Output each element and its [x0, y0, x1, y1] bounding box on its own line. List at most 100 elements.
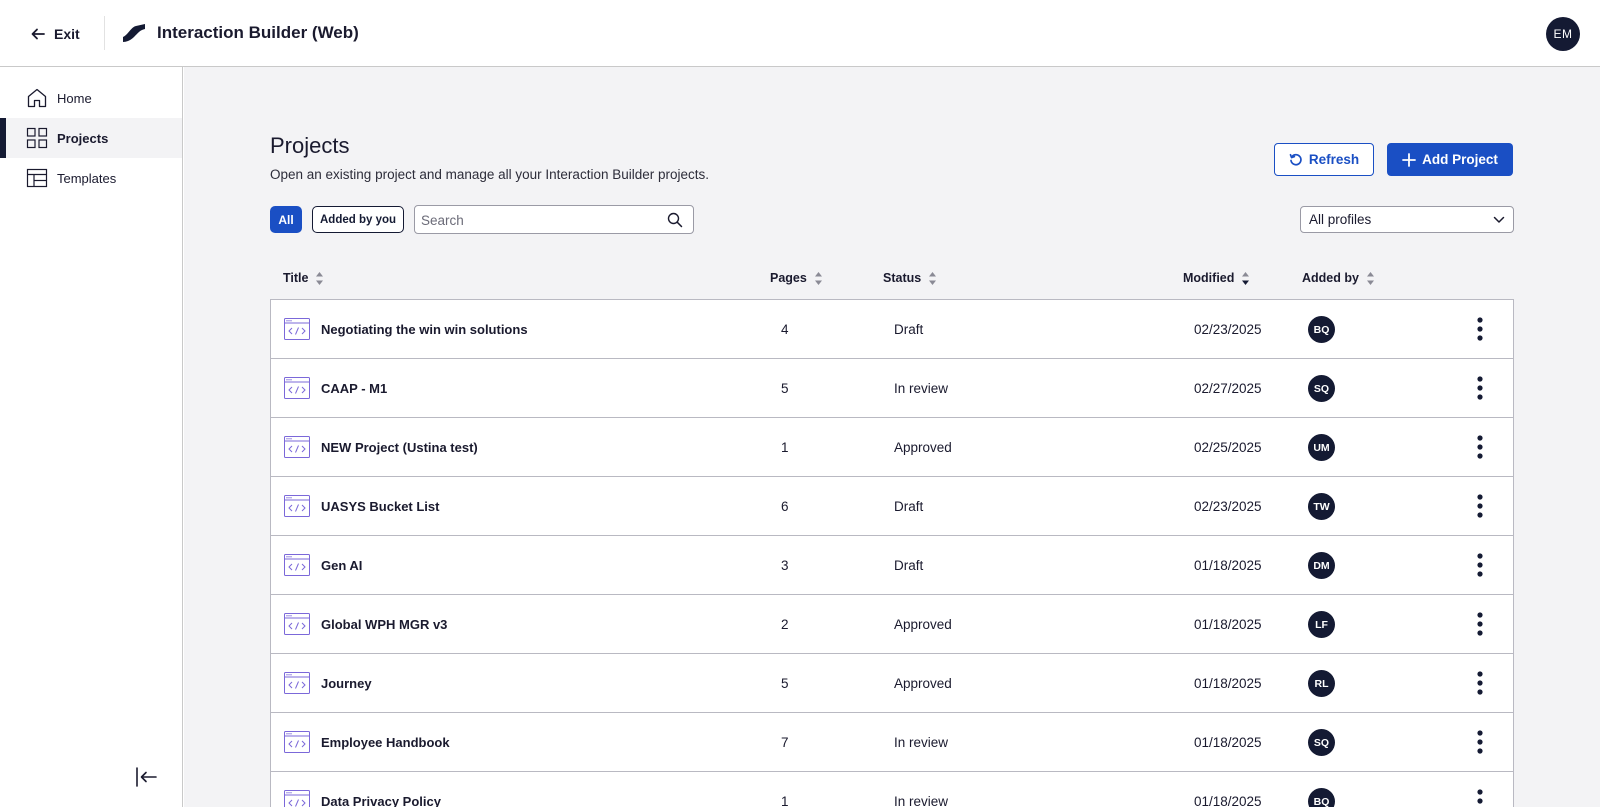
added-by-avatar: SQ — [1308, 729, 1335, 756]
column-header-label: Modified — [1183, 271, 1235, 285]
column-header-pages[interactable]: Pages — [770, 268, 823, 288]
project-modified: 02/27/2025 — [1194, 381, 1262, 396]
project-title[interactable]: NEW Project (Ustina test) — [321, 440, 478, 455]
project-title[interactable]: Employee Handbook — [321, 735, 450, 750]
sidebar-item-projects[interactable]: Projects — [0, 118, 182, 158]
added-by-avatar: BQ — [1308, 316, 1335, 343]
search-input[interactable] — [421, 209, 656, 231]
template-icon — [26, 168, 48, 188]
code-file-icon — [284, 613, 310, 635]
page-subtitle: Open an existing project and manage all … — [270, 167, 710, 182]
added-by-avatar: UM — [1308, 434, 1335, 461]
code-file-icon — [284, 672, 310, 694]
project-pages: 5 — [781, 676, 789, 691]
project-modified: 02/23/2025 — [1194, 499, 1262, 514]
project-pages: 1 — [781, 794, 789, 807]
code-file-icon — [284, 495, 310, 517]
table-row[interactable]: Journey 5 Approved 01/18/2025 RL — [270, 653, 1514, 713]
project-pages: 3 — [781, 558, 789, 573]
app-header: Exit Interaction Builder (Web) EM — [0, 0, 1600, 67]
more-options-icon[interactable] — [1473, 670, 1487, 696]
table-row[interactable]: Negotiating the win win solutions 4 Draf… — [270, 299, 1514, 359]
refresh-button[interactable]: Refresh — [1274, 143, 1374, 176]
refresh-icon — [1289, 153, 1302, 166]
more-options-icon[interactable] — [1473, 493, 1487, 519]
project-pages: 7 — [781, 735, 789, 750]
search-icon[interactable] — [667, 212, 683, 228]
project-title[interactable]: CAAP - M1 — [321, 381, 387, 396]
sort-descending-icon — [1242, 271, 1250, 285]
sidebar-item-label: Templates — [57, 170, 117, 186]
project-title[interactable]: Global WPH MGR v3 — [321, 617, 447, 632]
project-pages: 4 — [781, 322, 789, 337]
exit-label: Exit — [54, 26, 80, 42]
table-row[interactable]: Gen AI 3 Draft 01/18/2025 DM — [270, 535, 1514, 595]
column-header-label: Title — [283, 271, 309, 285]
sidebar-item-label: Home — [57, 90, 92, 106]
filter-added-by-you-chip[interactable]: Added by you — [312, 206, 404, 233]
home-icon — [27, 88, 47, 108]
header-divider — [104, 16, 105, 50]
more-options-icon[interactable] — [1473, 375, 1487, 401]
table-row[interactable]: Employee Handbook 7 In review 01/18/2025… — [270, 712, 1514, 772]
project-status: Approved — [894, 617, 952, 632]
profile-select[interactable]: All profiles — [1300, 206, 1514, 233]
project-title[interactable]: Negotiating the win win solutions — [321, 322, 528, 337]
collapse-sidebar-icon[interactable] — [134, 766, 158, 788]
project-status: Approved — [894, 440, 952, 455]
exit-button[interactable]: Exit — [30, 22, 80, 46]
more-options-icon[interactable] — [1473, 611, 1487, 637]
column-header-label: Pages — [770, 271, 807, 285]
more-options-icon[interactable] — [1473, 434, 1487, 460]
sidebar-item-label: Projects — [57, 130, 109, 146]
added-by-avatar: DM — [1308, 552, 1335, 579]
project-modified: 01/18/2025 — [1194, 676, 1262, 691]
user-avatar[interactable]: EM — [1546, 17, 1580, 51]
filter-all-chip[interactable]: All — [270, 206, 302, 233]
added-by-avatar: TW — [1308, 493, 1335, 520]
project-modified: 01/18/2025 — [1194, 735, 1262, 750]
sidebar-item-home[interactable]: Home — [0, 78, 182, 118]
table-row[interactable]: NEW Project (Ustina test) 1 Approved 02/… — [270, 417, 1514, 477]
more-options-icon[interactable] — [1473, 788, 1487, 807]
code-file-icon — [284, 790, 310, 807]
sort-icon — [316, 271, 324, 285]
code-file-icon — [284, 377, 310, 399]
plus-icon — [1402, 152, 1417, 167]
table-row[interactable]: UASYS Bucket List 6 Draft 02/23/2025 TW — [270, 476, 1514, 536]
project-status: Approved — [894, 676, 952, 691]
project-pages: 1 — [781, 440, 789, 455]
add-project-button[interactable]: Add Project — [1387, 143, 1513, 176]
project-title[interactable]: Journey — [321, 676, 372, 691]
app-title: Interaction Builder (Web) — [157, 23, 359, 42]
more-options-icon[interactable] — [1473, 552, 1487, 578]
project-title[interactable]: UASYS Bucket List — [321, 499, 439, 514]
column-header-added-by[interactable]: Added by — [1302, 268, 1375, 288]
column-header-modified[interactable]: Modified — [1183, 268, 1250, 288]
sidebar-item-templates[interactable]: Templates — [0, 158, 182, 198]
project-pages: 5 — [781, 381, 789, 396]
table-row[interactable]: CAAP - M1 5 In review 02/27/2025 SQ — [270, 358, 1514, 418]
project-status: In review — [894, 794, 949, 807]
added-by-avatar: SQ — [1308, 375, 1335, 402]
profile-select-value: All profiles — [1309, 212, 1372, 227]
column-header-title[interactable]: Title — [283, 268, 324, 288]
table-row[interactable]: Global WPH MGR v3 2 Approved 01/18/2025 … — [270, 594, 1514, 654]
column-header-status[interactable]: Status — [883, 268, 937, 288]
project-modified: 02/25/2025 — [1194, 440, 1262, 455]
sidebar: Home Projects Templates — [0, 67, 183, 807]
project-pages: 6 — [781, 499, 789, 514]
sort-icon — [1366, 271, 1374, 285]
project-status: In review — [894, 735, 949, 750]
arrow-left-icon — [31, 28, 45, 40]
project-status: In review — [894, 381, 949, 396]
project-title[interactable]: Data Privacy Policy — [321, 794, 441, 807]
table-row[interactable]: Data Privacy Policy 1 In review 01/18/20… — [270, 771, 1514, 807]
more-options-icon[interactable] — [1473, 316, 1487, 342]
added-by-avatar: RL — [1308, 670, 1335, 697]
added-by-avatar: BQ — [1308, 788, 1335, 807]
project-modified: 01/18/2025 — [1194, 617, 1262, 632]
project-title[interactable]: Gen AI — [321, 558, 362, 573]
more-options-icon[interactable] — [1473, 729, 1487, 755]
search-box — [414, 205, 694, 234]
